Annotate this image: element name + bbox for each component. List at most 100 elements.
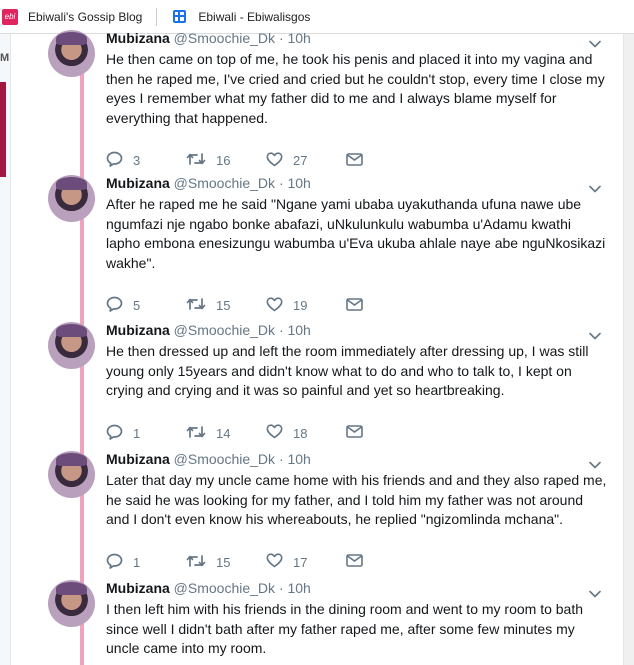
tweet-actions: 1 15 17 — [106, 553, 426, 572]
tweet-text-line: and I don't even know his whereabouts, h… — [106, 511, 564, 527]
retweet-count: 15 — [216, 554, 231, 570]
tweet-header: Mubizana @Smoochie_Dk · 10h — [106, 322, 311, 338]
tweet-text-line: He then came on top of me, he took his p… — [106, 51, 593, 67]
direct-message-button[interactable] — [346, 425, 426, 441]
tweet-text-line: wakhe". — [106, 254, 156, 271]
heart-icon — [266, 553, 293, 571]
user-handle[interactable]: @Smoochie_Dk — [174, 322, 275, 338]
display-name[interactable]: Mubizana — [106, 580, 170, 596]
tweet-text-line: he said he was looking for my father, an… — [106, 491, 584, 508]
tweet-text: I then left him with his friends in the … — [106, 600, 616, 659]
reply-button[interactable]: 1 — [106, 553, 186, 572]
like-count: 18 — [293, 425, 308, 441]
avatar[interactable] — [48, 30, 95, 77]
retweet-button[interactable]: 16 — [186, 152, 266, 169]
timestamp[interactable]: · 10h — [279, 322, 311, 338]
like-count: 17 — [293, 554, 308, 570]
retweet-icon — [186, 425, 216, 442]
display-name[interactable]: Mubizana — [106, 322, 170, 338]
blogger-favicon-icon — [173, 10, 187, 23]
like-count: 19 — [293, 298, 308, 313]
tweet-text-line: After he raped me he said "Ngane yami ub… — [106, 196, 582, 212]
heart-icon — [266, 424, 293, 442]
tweet-text: Later that day my uncle came home with h… — [106, 471, 616, 530]
reply-button[interactable]: 5 — [106, 296, 186, 315]
direct-message-button[interactable] — [346, 554, 426, 570]
tweet-header: Mubizana @Smoochie_Dk · 10h — [106, 30, 311, 46]
timestamp[interactable]: · 10h — [279, 30, 311, 46]
direct-message-button[interactable] — [346, 152, 426, 169]
reply-icon — [106, 424, 133, 443]
tweet-text-line: I then left him with his friends in the … — [106, 601, 584, 617]
tweet-text-line: since well I didn't bath after my father… — [106, 620, 575, 637]
user-handle[interactable]: @Smoochie_Dk — [174, 175, 275, 191]
direct-message-button[interactable] — [346, 297, 426, 314]
tweet-text-line: uncle came into my room. — [106, 640, 267, 656]
reply-count: 1 — [133, 425, 141, 441]
display-name[interactable]: Mubizana — [106, 30, 170, 46]
timestamp[interactable]: · 10h — [279, 580, 311, 596]
bookmark-ebiwali-blogger[interactable]: Ebiwali - Ebiwalisgos — [173, 10, 310, 24]
reply-count: 1 — [133, 554, 141, 570]
bookmark-ebiwali-gossip-blog[interactable]: ebi Ebiwali's Gossip Blog — [2, 8, 143, 25]
envelope-icon — [346, 425, 373, 441]
like-button[interactable]: 19 — [266, 296, 346, 315]
display-name[interactable]: Mubizana — [106, 175, 170, 191]
tweet-text-line: lapho embona enesizungu wabumba u'Eva uk… — [106, 235, 606, 251]
user-handle[interactable]: @Smoochie_Dk — [174, 451, 275, 467]
avatar[interactable] — [48, 580, 95, 627]
reply-button[interactable]: 3 — [106, 151, 186, 170]
scrollbar[interactable] — [623, 34, 634, 665]
display-name[interactable]: Mubizana — [106, 451, 170, 467]
tweet-header: Mubizana @Smoochie_Dk · 10h — [106, 580, 311, 596]
bookmark-label: Ebiwali's Gossip Blog — [28, 9, 143, 24]
tweet-text: He then dressed up and left the room imm… — [106, 342, 616, 401]
ebiwali-favicon-icon: ebi — [2, 8, 18, 25]
retweet-icon — [186, 152, 216, 169]
reply-count: 3 — [133, 153, 141, 168]
envelope-icon — [346, 152, 373, 169]
envelope-icon — [346, 554, 373, 570]
avatar[interactable] — [48, 322, 95, 369]
tweet-text-line: He then dressed up and left the room imm… — [106, 343, 589, 359]
avatar[interactable] — [48, 175, 95, 222]
retweet-icon — [186, 297, 216, 314]
retweet-button[interactable]: 15 — [186, 297, 266, 314]
tweet-text-line: young only 15years and didn't know what … — [106, 362, 572, 379]
reply-icon — [106, 151, 133, 170]
user-handle[interactable]: @Smoochie_Dk — [174, 30, 275, 46]
timestamp[interactable]: · 10h — [279, 451, 311, 467]
envelope-icon — [346, 297, 373, 314]
bookmark-label: Ebiwali - Ebiwalisgos — [198, 9, 311, 24]
reply-button[interactable]: 1 — [106, 424, 186, 443]
timestamp[interactable]: · 10h — [279, 175, 311, 191]
tweet-text-line: ngumfazi nje ngabo bonke abafazi, uNkulu… — [106, 215, 571, 232]
sidebar-letter: M — [0, 52, 10, 64]
sidebar-accent — [0, 82, 6, 177]
reply-icon — [106, 553, 133, 572]
like-button[interactable]: 18 — [266, 424, 346, 442]
tweet-text-line: eyes I remember what my father did to me… — [106, 90, 557, 106]
retweet-button[interactable]: 15 — [186, 554, 266, 571]
retweet-count: 15 — [216, 298, 231, 313]
user-handle[interactable]: @Smoochie_Dk — [174, 580, 275, 596]
retweet-icon — [186, 554, 216, 571]
tweet-header: Mubizana @Smoochie_Dk · 10h — [106, 175, 311, 191]
like-count: 27 — [293, 153, 308, 168]
tweet-text: He then came on top of me, he took his p… — [106, 50, 616, 128]
retweet-count: 14 — [216, 425, 231, 441]
tweet-text-line: crying and crying and it was so painful … — [106, 382, 505, 398]
like-button[interactable]: 27 — [266, 151, 346, 170]
heart-icon — [266, 151, 293, 170]
tweet-actions: 3 16 27 — [106, 151, 426, 170]
tweet-actions: 5 15 19 — [106, 296, 426, 315]
avatar[interactable] — [48, 451, 95, 498]
reply-icon — [106, 296, 133, 315]
reply-count: 5 — [133, 298, 141, 313]
tweet-thread-panel: Mubizana @Smoochie_Dk · 10h He then came … — [11, 30, 623, 665]
retweet-button[interactable]: 14 — [186, 425, 266, 442]
like-button[interactable]: 17 — [266, 553, 346, 571]
retweet-count: 16 — [216, 153, 231, 168]
bookmark-divider — [156, 7, 158, 26]
tweet-actions: 1 14 18 — [106, 424, 426, 443]
